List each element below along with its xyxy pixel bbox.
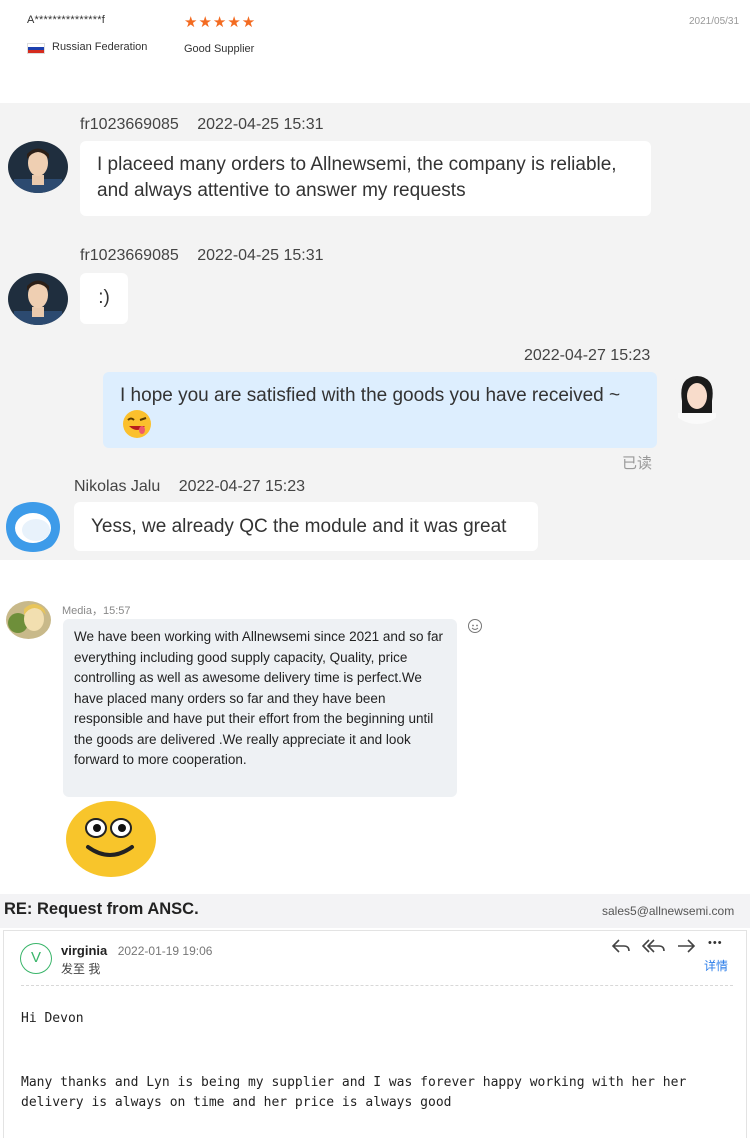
avatar[interactable] <box>668 371 726 424</box>
details-link[interactable]: 详情 <box>704 957 728 974</box>
message-bubble: :) <box>80 273 128 324</box>
review-date: 2021/05/31 <box>689 16 740 27</box>
media-chat: Media，15:57 We have been working with Al… <box>0 575 750 885</box>
reviewer-country: Russian Federation <box>52 41 148 53</box>
email-card: V virginia 2022-01-19 19:06 发至 我 ••• 详情 … <box>3 930 747 1138</box>
review-card: A***************f ★★★★★ 2021/05/31 Russi… <box>0 0 750 103</box>
smiley-icon[interactable] <box>468 619 482 633</box>
message-bubble: Yess, we already QC the module and it wa… <box>74 502 538 551</box>
email-header: RE: Request from ANSC. sales5@allnewsemi… <box>0 894 750 928</box>
message-bubble: I placeed many orders to Allnewsemi, the… <box>80 141 651 216</box>
message-time: 2022-04-25 15:31 <box>197 247 324 264</box>
message-text: I hope you are satisfied with the goods … <box>120 385 621 406</box>
message-time: 2022-04-27 15:23 <box>178 478 306 495</box>
message-bubble-own: I hope you are satisfied with the goods … <box>103 372 657 448</box>
reply-icon[interactable] <box>611 937 631 955</box>
email-greeting: Hi Devon <box>21 1011 84 1026</box>
message-meta: Media，15:57 <box>62 605 131 617</box>
email-body: Many thanks and Lyn is being my supplier… <box>21 1075 687 1110</box>
more-icon[interactable]: ••• <box>708 937 723 949</box>
message-sender: fr1023669085 <box>80 247 179 264</box>
email-view: RE: Request from ANSC. sales5@allnewsemi… <box>0 894 750 1138</box>
sender-avatar: V <box>20 943 52 974</box>
emoji-wink-icon <box>120 409 154 447</box>
avatar[interactable] <box>8 141 68 193</box>
message-bubble: We have been working with Allnewsemi sin… <box>63 619 457 797</box>
chat-window: fr1023669085 2022-04-25 15:31 I placeed … <box>0 103 750 560</box>
review-tag: Good Supplier <box>184 43 255 55</box>
sender-line: virginia 2022-01-19 19:06 <box>61 942 212 960</box>
email-subject: RE: Request from ANSC. <box>4 900 199 918</box>
divider <box>21 985 733 986</box>
star-rating: ★★★★★ <box>184 14 257 31</box>
reply-all-icon[interactable] <box>641 937 666 955</box>
email-recipient: 发至 我 <box>61 962 101 976</box>
message-sender: Nikolas Jalu <box>74 478 161 495</box>
message-header: Nikolas Jalu 2022-04-27 15:23 <box>74 478 305 496</box>
message-sender: fr1023669085 <box>80 116 179 133</box>
message-time: 2022-04-25 15:31 <box>197 116 324 133</box>
email-address[interactable]: sales5@allnewsemi.com <box>602 904 734 918</box>
message-header: fr1023669085 2022-04-25 15:31 <box>80 247 324 265</box>
read-status: 已读 <box>622 455 653 472</box>
message-header: fr1023669085 2022-04-25 15:31 <box>80 116 324 134</box>
emoji-smile-icon <box>66 801 157 878</box>
flag-icon <box>27 43 45 54</box>
reviewer-name: A***************f <box>27 14 106 26</box>
email-date: 2022-01-19 19:06 <box>117 944 213 958</box>
avatar[interactable] <box>3 502 63 552</box>
forward-icon[interactable] <box>676 937 696 955</box>
message-time: 2022-04-27 15:23 <box>524 347 651 364</box>
avatar[interactable] <box>8 273 68 325</box>
sender-name[interactable]: virginia <box>61 943 107 958</box>
avatar[interactable] <box>6 601 51 639</box>
